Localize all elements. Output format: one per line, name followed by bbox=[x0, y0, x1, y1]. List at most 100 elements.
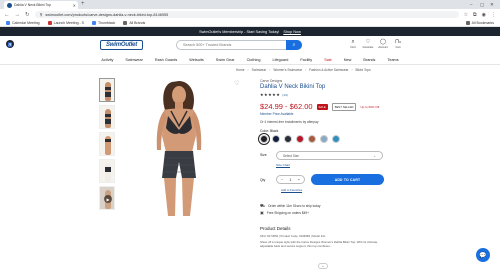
product-thumbnail[interactable] bbox=[99, 105, 115, 129]
add-to-favorites-link[interactable]: Add to Favorites bbox=[281, 188, 302, 192]
swimoutlet-favicon-icon bbox=[7, 2, 12, 8]
product-brand[interactable]: Carve Designs bbox=[260, 79, 282, 83]
extensions-icon[interactable]: ⧉ bbox=[473, 12, 477, 18]
product-main-image[interactable] bbox=[124, 78, 234, 218]
product-price: $24.99 - $62.00 bbox=[260, 102, 313, 111]
nav-new[interactable]: New bbox=[344, 56, 352, 64]
account-button[interactable]: ◯ Account bbox=[378, 39, 388, 49]
maximize-icon[interactable]: ▢ bbox=[480, 0, 484, 9]
product-video-thumbnail[interactable]: ▶ bbox=[99, 186, 115, 210]
size-select[interactable]: Select Size ⌄ bbox=[276, 151, 383, 160]
url-field[interactable]: ⚲ swimoutlet.com/products/carve-designs-… bbox=[34, 11, 459, 18]
product-thumbnail[interactable] bbox=[99, 159, 115, 183]
browser-tab[interactable]: Dahlia V Neck Bikini Top ✕ bbox=[4, 1, 78, 9]
nav-activity[interactable]: Activity bbox=[101, 56, 113, 64]
product-thumbnail[interactable] bbox=[99, 132, 115, 156]
nav-clothing[interactable]: Clothing bbox=[247, 56, 261, 64]
quantity-value[interactable]: 1 bbox=[290, 178, 292, 182]
bookmark-item[interactable]: Thumbtack bbox=[92, 21, 115, 25]
browser-tabbar: Dahlia V Neck Bikini Top ✕ + – ▢ ✕ bbox=[0, 0, 500, 9]
new-tab-button[interactable]: + bbox=[81, 1, 85, 8]
chevron-down-icon: ⌄ bbox=[373, 153, 376, 158]
promo-text: SwimOutlet's Membership - Start Saving T… bbox=[199, 29, 280, 34]
nav-brands[interactable]: Brands bbox=[363, 56, 375, 64]
color-swatch[interactable] bbox=[296, 135, 304, 143]
find-store-button[interactable]: ⌕ Find bbox=[348, 39, 358, 49]
member-price-link[interactable]: Member Price Available bbox=[260, 112, 293, 116]
nav-wetsuits[interactable]: Wetsuits bbox=[189, 56, 204, 64]
color-swatch[interactable] bbox=[258, 133, 270, 145]
size-chart-link[interactable]: Size Chart bbox=[276, 163, 290, 167]
find-icon: ⌕ bbox=[351, 39, 355, 45]
color-swatches bbox=[258, 133, 340, 145]
heart-icon: ♡ bbox=[365, 39, 371, 45]
nav-facility[interactable]: Facility bbox=[300, 56, 312, 64]
reload-icon[interactable]: ↻ bbox=[25, 12, 30, 18]
chat-bubble-icon[interactable]: 💬 bbox=[476, 248, 490, 262]
tab-close-icon[interactable]: ✕ bbox=[73, 3, 76, 8]
address-bar: ← → ↻ ⚲ swimoutlet.com/products/carve-de… bbox=[0, 9, 500, 20]
bookmark-item[interactable]: Calendar Meeting bbox=[6, 21, 40, 25]
breadcrumb-item[interactable]: Women's Swimwear bbox=[273, 68, 302, 72]
color-label: Color: Black bbox=[260, 129, 279, 133]
promo-shop-now-link[interactable]: Shop Now bbox=[283, 30, 301, 34]
search-box: ⌕ bbox=[176, 40, 302, 50]
tab-title: Dahlia V Neck Bikini Top bbox=[14, 3, 51, 7]
scroll-down-icon[interactable]: ⌄ bbox=[318, 263, 328, 269]
afterpay-text: Or 4 interest-free installments by after… bbox=[260, 120, 319, 124]
plus-icon[interactable]: + bbox=[298, 178, 300, 182]
minus-icon[interactable]: − bbox=[281, 178, 283, 182]
box-icon: ▣ bbox=[260, 210, 264, 215]
swimoutlet-logo[interactable]: SwimOutlet bbox=[100, 40, 143, 50]
nav-teams[interactable]: Teams bbox=[387, 56, 398, 64]
nav-swim-gear[interactable]: Swim Gear bbox=[216, 56, 235, 64]
breadcrumb-separator: › bbox=[305, 68, 307, 72]
quantity-stepper: − 1 + bbox=[276, 175, 305, 184]
nav-sale[interactable]: Sale bbox=[324, 56, 332, 64]
price-row: $24.99 - $62.00 SALE BEST SELLER Up to 6… bbox=[260, 102, 379, 111]
product-rating[interactable]: ★★★★★ (14) bbox=[260, 92, 288, 97]
color-swatch[interactable] bbox=[284, 135, 292, 143]
model-image bbox=[156, 81, 202, 216]
accessibility-icon[interactable]: ♿ bbox=[6, 40, 14, 48]
nav-swimwear[interactable]: Swimwear bbox=[125, 56, 143, 64]
product-details-meta: SKU: 8174654 | Product Code: 0196983 | M… bbox=[260, 234, 326, 238]
bookmark-item[interactable]: All Brands bbox=[123, 21, 145, 25]
bookmark-star-icon[interactable]: ☆ bbox=[464, 12, 468, 18]
search-button[interactable]: ⌕ bbox=[286, 40, 302, 50]
cart-icon: ⊓0 bbox=[395, 39, 401, 45]
site-info-icon[interactable]: ⚲ bbox=[40, 12, 43, 17]
minimize-icon[interactable]: – bbox=[470, 0, 473, 9]
product-thumbnail[interactable] bbox=[99, 78, 115, 102]
nav-lifeguard[interactable]: Lifeguard bbox=[273, 56, 289, 64]
breadcrumb-item[interactable]: Fashion & Active Swimwear bbox=[309, 68, 348, 72]
add-to-cart-button[interactable]: ADD TO CART bbox=[311, 174, 384, 185]
review-count[interactable]: (14) bbox=[282, 93, 287, 97]
play-icon: ▶ bbox=[104, 195, 112, 203]
color-swatch[interactable] bbox=[332, 135, 340, 143]
window-close-icon[interactable]: ✕ bbox=[490, 0, 494, 9]
thumbnail-list: ▶ bbox=[99, 78, 116, 213]
all-bookmarks[interactable]: All Bookmarks bbox=[465, 21, 494, 25]
breadcrumb-item[interactable]: Bikini Tops bbox=[356, 68, 371, 72]
breadcrumb-item[interactable]: Home bbox=[236, 68, 245, 72]
bookmark-item[interactable]: Launch Meeting - S bbox=[47, 21, 84, 25]
nav-rash-guards[interactable]: Rash Guards bbox=[155, 56, 177, 64]
cart-button[interactable]: ⊓0 Cart bbox=[393, 39, 403, 49]
best-seller-badge: BEST SELLER bbox=[331, 102, 357, 111]
browser-menu-icon[interactable]: ⋮ bbox=[491, 12, 496, 18]
profile-icon[interactable]: ◉ bbox=[482, 12, 486, 18]
color-swatch[interactable] bbox=[308, 135, 316, 143]
meeting-icon bbox=[47, 21, 52, 25]
folder-icon bbox=[123, 21, 128, 25]
favorites-button[interactable]: ♡ Favorites bbox=[363, 39, 374, 49]
search-input[interactable] bbox=[183, 43, 283, 47]
color-swatch[interactable] bbox=[320, 135, 328, 143]
back-icon[interactable]: ← bbox=[4, 12, 10, 18]
category-nav: Activity Swimwear Rash Guards Wetsuits S… bbox=[0, 56, 500, 65]
forward-icon[interactable]: → bbox=[15, 12, 21, 18]
favorite-heart-icon[interactable]: ♡ bbox=[234, 80, 239, 87]
color-swatch[interactable] bbox=[272, 135, 280, 143]
truck-icon: ⛟ bbox=[260, 203, 266, 208]
breadcrumb-item[interactable]: Swimwear bbox=[252, 68, 267, 72]
